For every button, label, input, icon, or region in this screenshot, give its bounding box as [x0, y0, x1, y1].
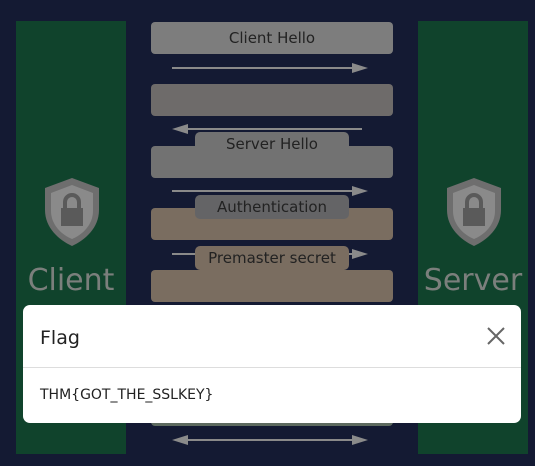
arrow-both-icon	[172, 435, 368, 445]
close-icon[interactable]	[485, 325, 507, 347]
flag-text: THM{GOT_THE_SSLKEY}	[40, 387, 214, 403]
server-hello-tag: Server Hello	[195, 132, 349, 156]
shield-lock-icon	[447, 178, 501, 246]
flag-modal: Flag THM{GOT_THE_SSLKEY}	[23, 305, 521, 423]
server-label: Server	[423, 263, 523, 298]
client-label: Client	[27, 263, 115, 298]
message-box	[151, 84, 393, 116]
authentication-tag: Authentication	[195, 195, 349, 219]
premaster-secret-tag: Premaster secret	[195, 246, 349, 270]
message-box	[151, 270, 393, 302]
client-hello-box: Client Hello	[151, 22, 393, 54]
arrow-right-icon	[172, 63, 368, 73]
shield-lock-icon	[45, 178, 99, 246]
modal-title: Flag	[40, 327, 80, 349]
divider	[23, 367, 521, 368]
